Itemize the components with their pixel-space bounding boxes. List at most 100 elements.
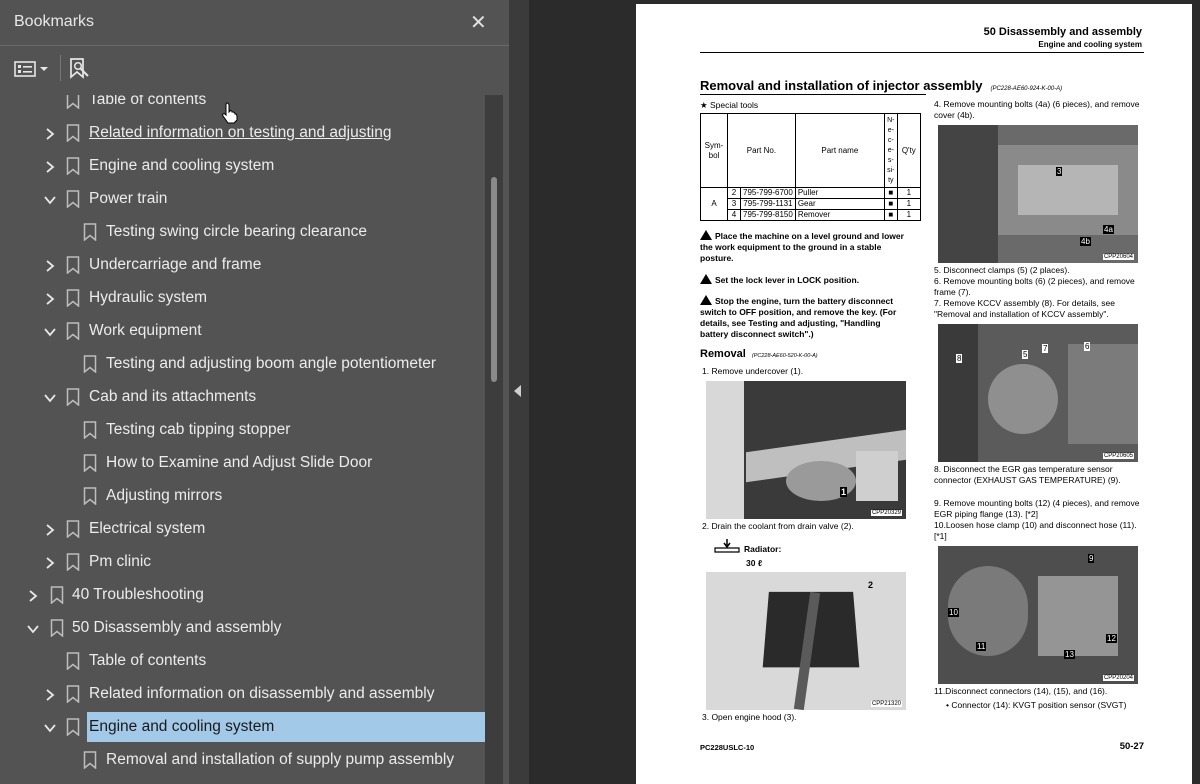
undercover-photo: 1 CPP20329 (706, 381, 906, 519)
bookmark-item[interactable]: Hydraulic system (0, 282, 485, 315)
bookmark-icon (50, 619, 64, 638)
bookmark-label: 50 Disassembly and assembly (72, 619, 282, 636)
bookmark-item[interactable]: Table of contents (0, 95, 485, 117)
bookmark-item[interactable]: Testing swing circle bearing clearance (0, 216, 485, 249)
table-header: N-e-c-e-s-si-ty (883, 113, 898, 188)
bookmark-item[interactable]: Related information on testing and adjus… (0, 117, 485, 150)
kccv-photo: 8 5 7 6 CPP20605 (938, 324, 1138, 462)
warning-level-ground: Place the machine on a level ground and … (700, 230, 904, 263)
bookmark-item[interactable]: How to Examine and Adjust Slide Door (0, 447, 485, 480)
close-icon[interactable]: ✕ (470, 10, 487, 35)
bookmark-label: Removal and installation of supply pump … (106, 751, 455, 768)
hand-cursor-icon (222, 102, 238, 124)
step-10: 10.Loosen hose clamp (10) and disconnect… (934, 520, 1137, 541)
chevron-right-icon[interactable] (43, 259, 57, 273)
chevron-right-icon[interactable] (43, 292, 57, 306)
bookmark-label: Electrical system (89, 520, 206, 537)
bookmark-label: Testing cab tipping stopper (106, 421, 291, 438)
chevron-right-icon[interactable] (43, 523, 57, 537)
bookmark-label: Testing and adjusting boom angle potenti… (106, 355, 437, 372)
egr-photo: 9 10 11 12 13 CPP20204 (938, 546, 1138, 684)
radiator-label: Radiator: (744, 544, 782, 554)
table-cell: 1 (896, 198, 921, 210)
table-cell: Gear (794, 198, 885, 210)
warning-icon (700, 230, 712, 240)
bookmark-item[interactable]: Testing and adjusting boom angle potenti… (0, 348, 485, 381)
bookmark-label: Engine and cooling system (87, 712, 485, 742)
step-6: 6. Remove mounting bolts (6) (2 pieces),… (934, 276, 1135, 297)
bookmark-label: Undercarriage and frame (89, 256, 262, 273)
bookmark-item[interactable]: Table of contents (0, 645, 485, 678)
bookmark-item[interactable]: 50 Disassembly and assembly (0, 612, 485, 645)
bookmark-label: Related information on testing and adjus… (89, 124, 392, 141)
bookmarks-title: Bookmarks (14, 13, 95, 30)
warning-stop-engine: Stop the engine, turn the battery discon… (700, 295, 897, 339)
section-title: Removal and installation of injector ass… (700, 78, 1063, 93)
bookmark-label: How to Examine and Adjust Slide Door (106, 454, 373, 471)
warning-lock-lever: Set the lock lever in LOCK position. (700, 274, 910, 286)
caret-down-icon (40, 67, 48, 71)
chevron-down-icon[interactable] (43, 721, 57, 735)
header-rule (700, 52, 1144, 53)
bookmark-label: Pm clinic (89, 553, 152, 570)
photo-label: CPP20605 (1102, 453, 1134, 459)
step-2: 2. Drain the coolant from drain valve (2… (702, 521, 854, 531)
chevron-right-icon[interactable] (43, 688, 57, 702)
bookmark-item[interactable]: Testing cab tipping stopper (0, 414, 485, 447)
bookmarks-header: Bookmarks ✕ (0, 0, 509, 45)
scrollbar-thumb[interactable] (491, 177, 497, 382)
bookmark-icon (66, 256, 80, 275)
radiator-value: 30 ℓ (746, 558, 762, 568)
chevron-down-icon[interactable] (43, 391, 57, 405)
bookmark-item[interactable]: Adjusting mirrors (0, 480, 485, 513)
step-11: 11.Disconnect connectors (14), (15), and… (934, 686, 1108, 696)
bookmark-icon (66, 322, 80, 341)
bookmark-label: Related information on disassembly and a… (89, 685, 435, 702)
drain-coolant-icon (714, 539, 740, 553)
bookmark-label: Table of contents (89, 95, 207, 108)
collapse-panel-icon[interactable] (514, 385, 521, 397)
bookmark-label: Testing swing circle bearing clearance (106, 223, 368, 240)
special-tools-table: Sym-bol Part No. Part name N-e-c-e-s-si-… (700, 113, 921, 221)
bookmark-icon (83, 355, 97, 374)
bookmark-icon (66, 289, 80, 308)
chevron-down-icon[interactable] (43, 325, 57, 339)
chevron-right-icon[interactable] (43, 556, 57, 570)
page-number: 50-27 (1119, 741, 1144, 752)
bookmark-item[interactable]: Engine and cooling system (0, 150, 485, 183)
bookmark-item[interactable]: Undercarriage and frame (0, 249, 485, 282)
bookmark-item[interactable]: Removal and installation of supply pump … (0, 744, 485, 777)
bookmark-item[interactable]: Related information on disassembly and a… (0, 678, 485, 711)
chevron-down-icon[interactable] (26, 622, 40, 636)
table-cell: 2 (727, 187, 741, 199)
bookmark-item[interactable]: Work equipment (0, 315, 485, 348)
bookmark-icon (66, 124, 80, 143)
chevron-right-icon[interactable] (26, 589, 40, 603)
step-8: 8. Disconnect the EGR gas temperature se… (934, 464, 1121, 485)
bookmark-icon (66, 685, 80, 704)
bookmark-icon (66, 157, 80, 176)
bookmarks-toolbar (0, 46, 509, 92)
table-cell: A (700, 187, 728, 221)
bookmark-icon (66, 95, 80, 110)
table-cell: 795-799-6700 (740, 187, 796, 199)
bookmark-label: Power train (89, 190, 168, 207)
chevron-right-icon[interactable] (43, 160, 57, 174)
bookmark-label: Table of contents (89, 652, 207, 669)
bookmark-item[interactable]: Pm clinic (0, 546, 485, 579)
bookmark-item[interactable]: Engine and cooling system (0, 711, 485, 744)
bookmark-item[interactable]: Cab and its attachments (0, 381, 485, 414)
table-cell: 795-799-1131 (740, 198, 796, 210)
bookmark-item[interactable]: Power train (0, 183, 485, 216)
chevron-down-icon[interactable] (43, 193, 57, 207)
table-cell: ■ (883, 198, 898, 210)
step-11-bullet: • Connector (14): KVGT position sensor (… (946, 700, 1127, 710)
options-menu-button[interactable] (14, 56, 49, 82)
find-bookmark-button[interactable] (68, 56, 90, 82)
table-header: Part name (794, 113, 885, 188)
special-tools-label: ★ Special tools (700, 100, 759, 110)
photo-label: CPP20329 (870, 510, 902, 516)
bookmark-item[interactable]: 40 Troubleshooting (0, 579, 485, 612)
chevron-right-icon[interactable] (43, 127, 57, 141)
bookmark-item[interactable]: Electrical system (0, 513, 485, 546)
